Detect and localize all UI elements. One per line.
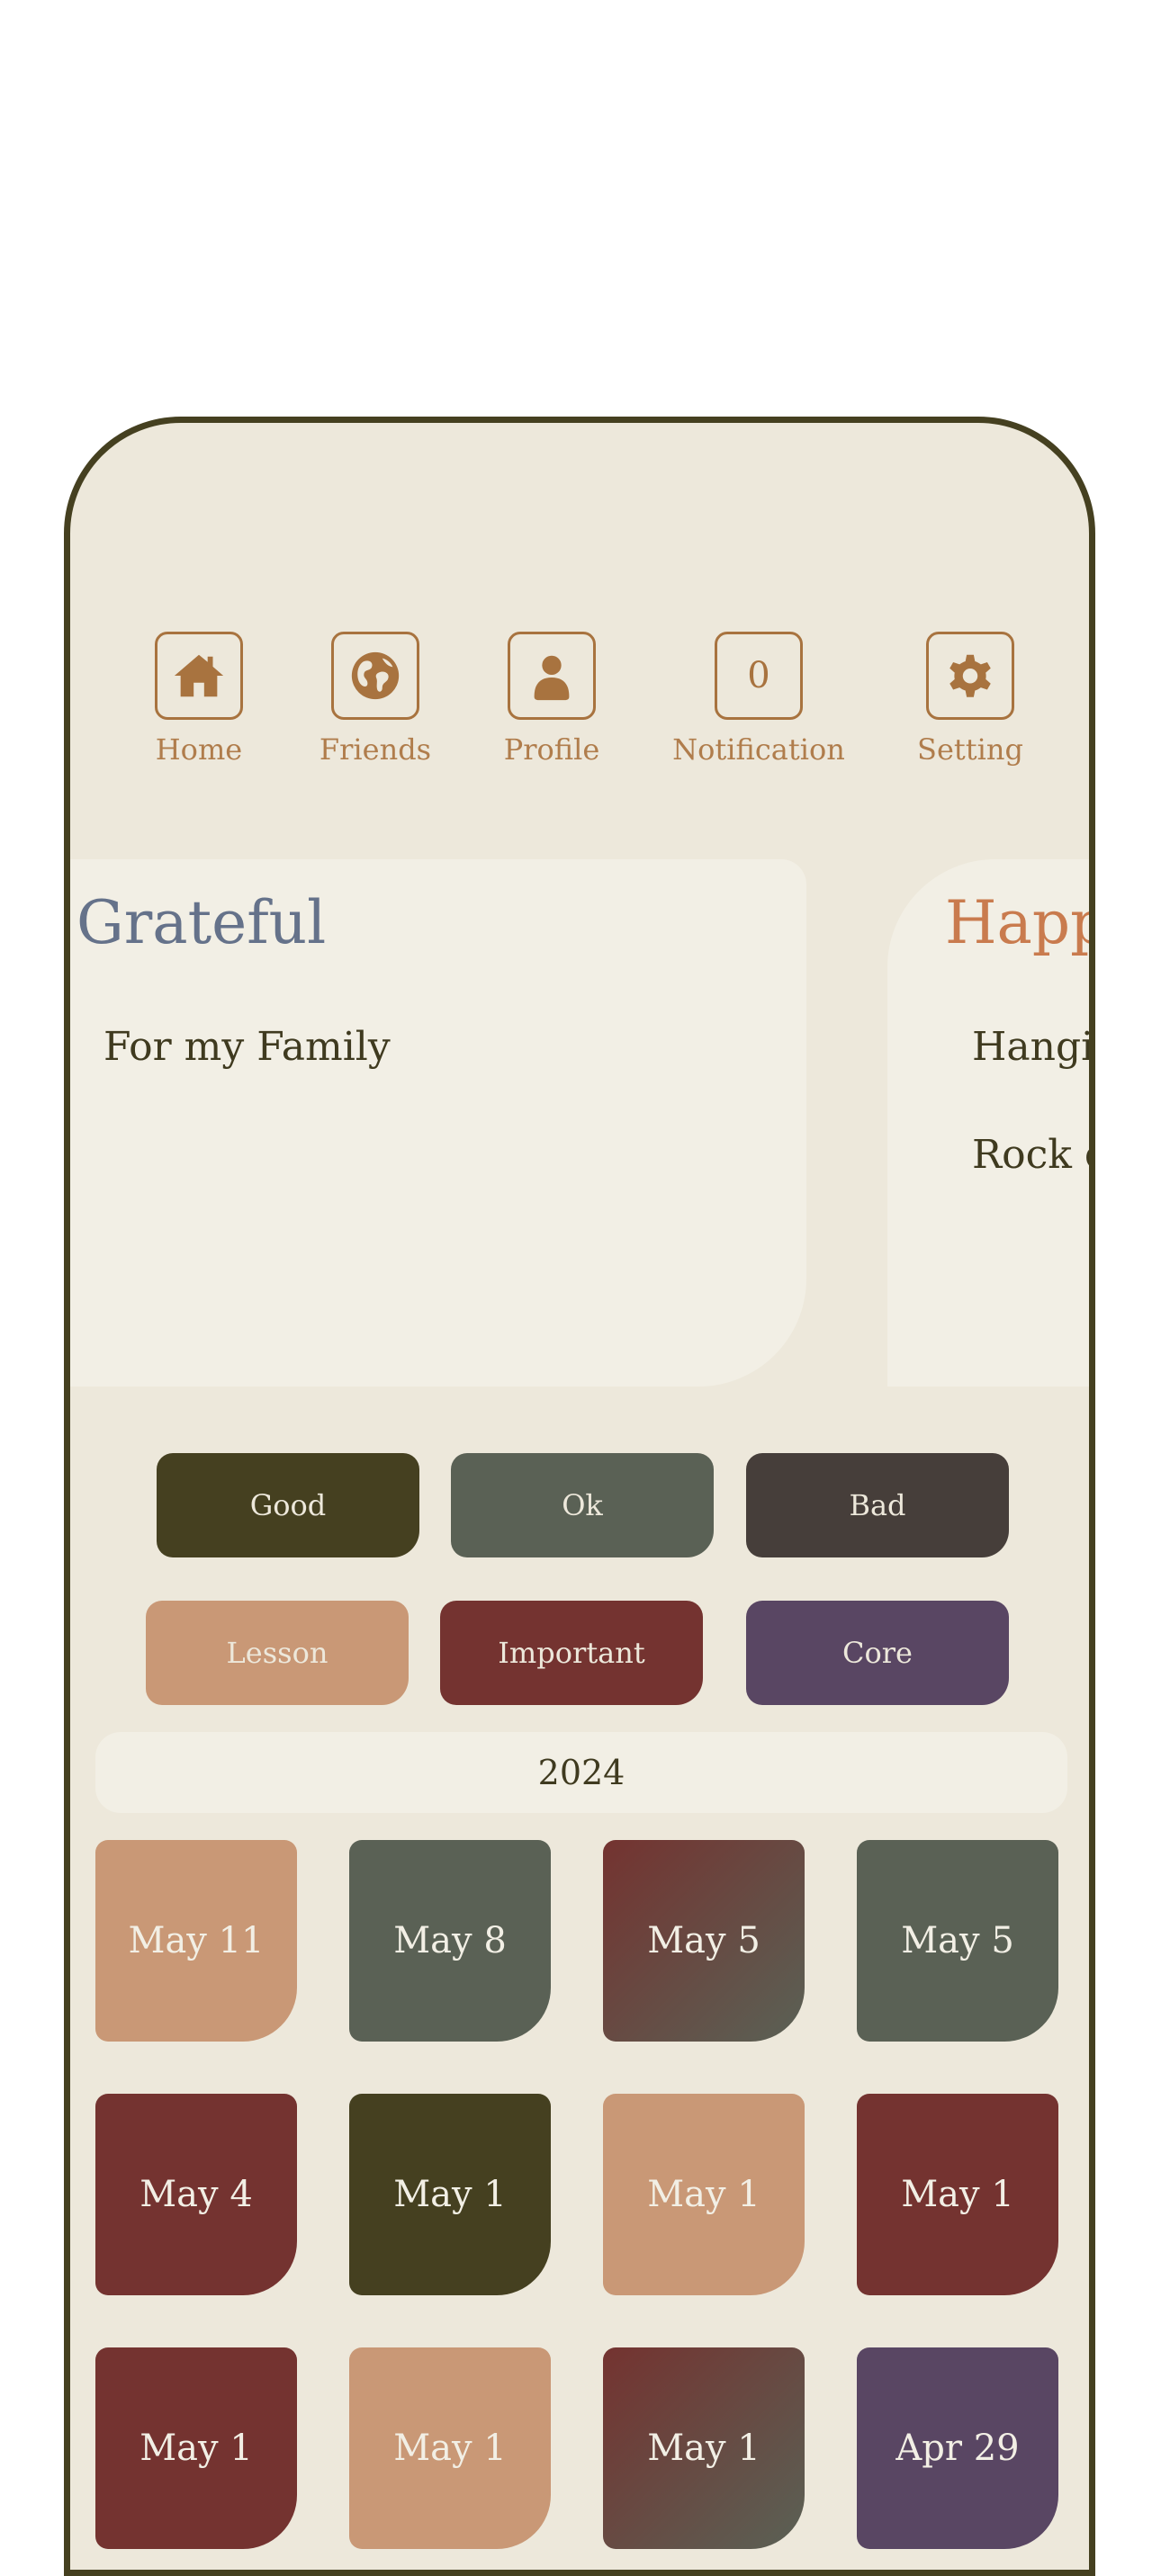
nav-notification[interactable]: 0 Notification (669, 632, 849, 767)
day-entry-may-5[interactable]: May 5 (857, 1840, 1058, 2042)
nav-setting-label: Setting (917, 732, 1023, 767)
gear-icon (926, 632, 1014, 720)
nav-profile-label: Profile (503, 732, 600, 767)
globe-icon (331, 632, 419, 720)
day-entry-may-5[interactable]: May 5 (603, 1840, 805, 2042)
card-line: For my Family (104, 1024, 391, 1070)
day-entry-may-1[interactable]: May 1 (857, 2094, 1058, 2295)
day-entry-may-1[interactable]: May 1 (603, 2094, 805, 2295)
day-entry-may-1[interactable]: May 1 (603, 2347, 805, 2549)
mood-ok-button[interactable]: Ok (451, 1453, 714, 1557)
day-entry-apr-29[interactable]: Apr 29 (857, 2347, 1058, 2549)
mood-core-button[interactable]: Core (746, 1601, 1009, 1705)
notification-count: 0 (715, 632, 803, 720)
nav-home[interactable]: Home (109, 632, 289, 767)
nav-setting[interactable]: Setting (880, 632, 1060, 767)
card-line: Hangi (972, 1024, 1094, 1070)
nav-home-label: Home (155, 732, 243, 767)
person-icon (508, 632, 596, 720)
mood-lesson-button[interactable]: Lesson (146, 1601, 409, 1705)
nav-notification-label: Notification (672, 732, 845, 767)
day-entry-may-1[interactable]: May 1 (349, 2094, 551, 2295)
day-entry-may-8[interactable]: May 8 (349, 1840, 551, 2042)
card-title: Grateful (76, 888, 327, 957)
nav-friends[interactable]: Friends (285, 632, 465, 767)
mood-good-button[interactable]: Good (157, 1453, 419, 1557)
nav-profile[interactable]: Profile (462, 632, 642, 767)
phone-frame: Home Friends Profile 0 Notification Sett… (64, 417, 1095, 2576)
entry-card-grateful[interactable]: Grateful For my Family (70, 859, 806, 1387)
mood-bad-button[interactable]: Bad (746, 1453, 1009, 1557)
day-entry-may-11[interactable]: May 11 (95, 1840, 297, 2042)
day-entry-may-1[interactable]: May 1 (95, 2347, 297, 2549)
card-line: Rock c (972, 1132, 1095, 1178)
mood-important-button[interactable]: Important (440, 1601, 703, 1705)
entry-card-happy[interactable]: Happ Hangi Rock c (887, 859, 1095, 1387)
card-title: Happ (945, 888, 1095, 957)
year-selector[interactable]: 2024 (95, 1732, 1067, 1813)
day-entry-may-1[interactable]: May 1 (349, 2347, 551, 2549)
home-icon (155, 632, 243, 720)
nav-friends-label: Friends (319, 732, 432, 767)
day-entry-may-4[interactable]: May 4 (95, 2094, 297, 2295)
